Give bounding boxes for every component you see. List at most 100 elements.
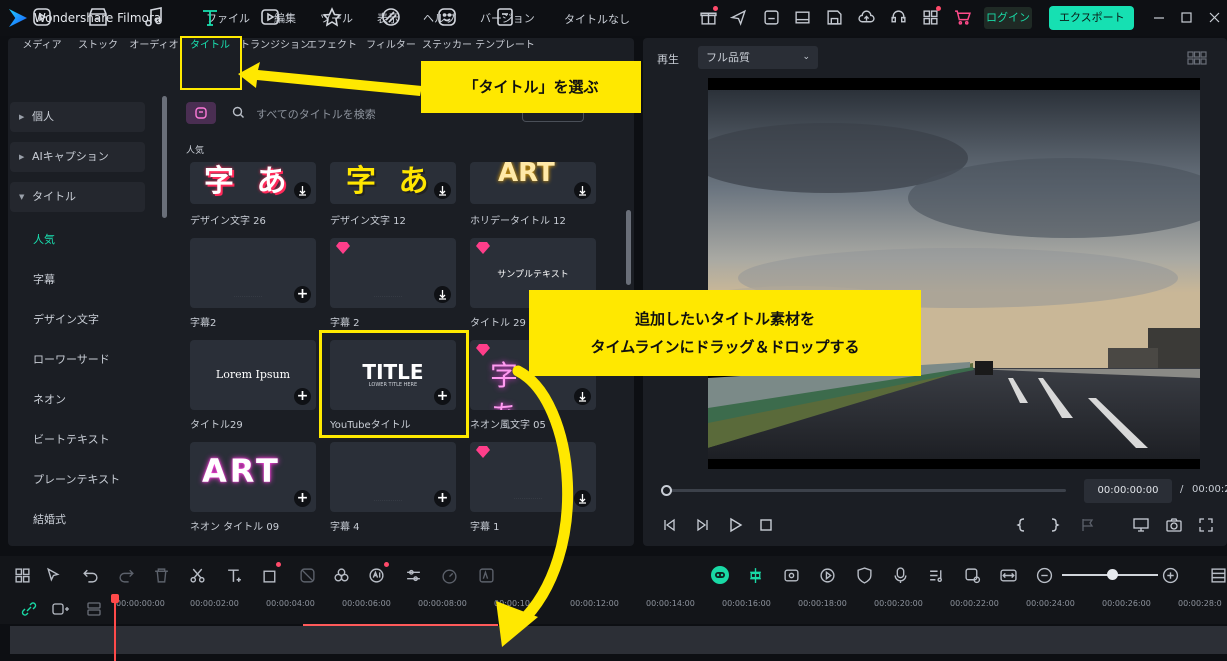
download-icon[interactable] bbox=[574, 182, 591, 199]
library-scrollbar[interactable] bbox=[626, 210, 631, 285]
send-icon[interactable] bbox=[730, 9, 747, 26]
quality-select[interactable]: フル品質 ⌄ bbox=[698, 46, 818, 69]
tab-effects[interactable]: エフェクト bbox=[302, 6, 362, 56]
title-card[interactable]: 字 あ bbox=[330, 162, 456, 204]
window-controls[interactable] bbox=[1146, 9, 1227, 27]
title-card[interactable]: · · · · · · · · · · · · · · · + bbox=[190, 238, 316, 308]
tab-filters[interactable]: フィルター bbox=[361, 6, 421, 56]
cloud-upload-icon[interactable] bbox=[858, 9, 875, 26]
no-audio-icon[interactable] bbox=[299, 567, 316, 584]
mark-out-icon[interactable] bbox=[1046, 517, 1062, 533]
sidebar-item-lower-third[interactable]: ローワーサード bbox=[33, 351, 110, 367]
cart-icon[interactable] bbox=[954, 9, 971, 26]
add-icon[interactable]: + bbox=[434, 490, 451, 507]
tab-transitions[interactable]: トランジション bbox=[240, 6, 310, 56]
title-card[interactable]: ART + bbox=[190, 442, 316, 512]
zoom-out-icon[interactable] bbox=[1036, 567, 1053, 584]
audio-list-icon[interactable] bbox=[928, 567, 945, 584]
title-card[interactable]: · · · · · · · · · · · · · · · + bbox=[330, 442, 456, 512]
preview-progress-bar[interactable] bbox=[666, 489, 1066, 492]
media-settings-icon[interactable] bbox=[964, 567, 981, 584]
sidebar-item-beat-text[interactable]: ビートテキスト bbox=[33, 431, 110, 447]
video-preview[interactable] bbox=[708, 78, 1200, 469]
ai-tools-icon[interactable] bbox=[368, 567, 385, 584]
undo-icon[interactable] bbox=[82, 567, 99, 584]
add-icon[interactable]: + bbox=[294, 490, 311, 507]
sidebar-item-subtitles[interactable]: 字幕 bbox=[33, 271, 55, 287]
ai-tools-icon[interactable] bbox=[763, 9, 780, 26]
apps-grid-icon[interactable] bbox=[922, 9, 939, 26]
title-card[interactable]: ART bbox=[470, 162, 596, 204]
add-icon[interactable]: + bbox=[294, 388, 311, 405]
playhead[interactable] bbox=[114, 594, 116, 661]
sidebar-group-titles[interactable]: ▼ タイトル bbox=[10, 182, 145, 212]
display-icon[interactable] bbox=[1133, 517, 1149, 533]
login-button[interactable]: ログイン bbox=[984, 7, 1032, 29]
timeline-layout-icon[interactable] bbox=[1210, 567, 1227, 584]
track-manager-icon[interactable] bbox=[86, 602, 102, 616]
fullscreen-icon[interactable] bbox=[1198, 517, 1214, 533]
playhead-handle[interactable] bbox=[111, 594, 119, 603]
grid-layout-icon[interactable] bbox=[14, 567, 31, 584]
title-card[interactable]: · · · · · · · · · · · · · · · bbox=[330, 238, 456, 308]
tab-audio[interactable]: オーディオ bbox=[124, 6, 184, 56]
sidebar-item-popular[interactable]: 人気 bbox=[33, 231, 55, 247]
sidebar-group-ai-caption[interactable]: ▶ AIキャプション bbox=[10, 142, 145, 172]
tab-stock[interactable]: ストック bbox=[68, 6, 128, 56]
shield-icon[interactable] bbox=[856, 567, 873, 584]
play-icon[interactable] bbox=[727, 517, 743, 533]
cut-scissors-icon[interactable] bbox=[189, 567, 206, 584]
sidebar-item-plain-text[interactable]: プレーンテキスト bbox=[33, 471, 120, 487]
microphone-icon[interactable] bbox=[892, 567, 909, 584]
current-timecode[interactable]: 00:00:00:00 bbox=[1084, 479, 1172, 503]
title-card[interactable]: 字 あ bbox=[190, 162, 316, 204]
export-button[interactable]: エクスポート⌄ bbox=[1049, 6, 1134, 48]
record-screen-icon[interactable] bbox=[783, 567, 800, 584]
link-icon[interactable] bbox=[21, 602, 37, 616]
sidebar-scrollbar[interactable] bbox=[162, 96, 167, 218]
support-icon[interactable] bbox=[890, 9, 907, 26]
stop-icon[interactable] bbox=[758, 517, 774, 533]
marker-icon[interactable] bbox=[1080, 517, 1096, 533]
download-icon[interactable] bbox=[434, 182, 451, 199]
tab-media[interactable]: メディア bbox=[12, 6, 72, 56]
auto-ripple-icon[interactable] bbox=[747, 567, 764, 584]
download-icon[interactable] bbox=[294, 182, 311, 199]
add-text-icon[interactable] bbox=[226, 567, 243, 584]
save-icon[interactable] bbox=[826, 9, 843, 26]
sidebar-item-wedding[interactable]: 結婚式 bbox=[33, 511, 66, 527]
snapshot-camera-icon[interactable] bbox=[1166, 517, 1182, 533]
preview-progress-handle[interactable] bbox=[661, 485, 672, 496]
zoom-in-icon[interactable] bbox=[1162, 567, 1179, 584]
play-circle-icon[interactable] bbox=[819, 567, 836, 584]
download-icon[interactable] bbox=[434, 286, 451, 303]
layout-icon[interactable] bbox=[794, 9, 811, 26]
zoom-slider-handle[interactable] bbox=[1107, 569, 1118, 580]
crop-icon[interactable] bbox=[262, 567, 279, 584]
speed-icon[interactable] bbox=[441, 567, 458, 584]
sidebar-item-design-text[interactable]: デザイン文字 bbox=[33, 311, 99, 327]
color-circles-icon[interactable] bbox=[333, 567, 350, 584]
previous-frame-icon[interactable] bbox=[662, 517, 678, 533]
layout-grid-icon[interactable] bbox=[1187, 51, 1207, 65]
search-input[interactable]: すべてのタイトルを検索 bbox=[256, 106, 376, 122]
tab-templates[interactable]: テンプレート bbox=[475, 6, 535, 56]
ai-title-button[interactable] bbox=[186, 102, 216, 124]
delete-icon[interactable] bbox=[153, 567, 170, 584]
fit-width-icon[interactable] bbox=[1000, 567, 1017, 584]
sidebar-item-neon[interactable]: ネオン bbox=[33, 391, 66, 407]
redo-icon[interactable] bbox=[118, 567, 135, 584]
mark-in-icon[interactable] bbox=[1014, 517, 1030, 533]
music-note-icon bbox=[145, 7, 162, 27]
title-card[interactable]: Lorem Ipsum + bbox=[190, 340, 316, 410]
add-track-icon[interactable] bbox=[52, 602, 70, 616]
timeline-track[interactable] bbox=[10, 626, 1227, 654]
ai-face-icon[interactable] bbox=[710, 565, 730, 585]
add-icon[interactable]: + bbox=[294, 286, 311, 303]
gift-icon[interactable] bbox=[700, 9, 717, 26]
tab-stickers[interactable]: ステッカー bbox=[417, 6, 477, 56]
step-forward-icon[interactable] bbox=[694, 517, 710, 533]
select-cursor-icon[interactable] bbox=[45, 567, 62, 584]
adjust-sliders-icon[interactable] bbox=[405, 567, 422, 584]
sidebar-group-personal[interactable]: ▶ 個人 bbox=[10, 102, 145, 132]
